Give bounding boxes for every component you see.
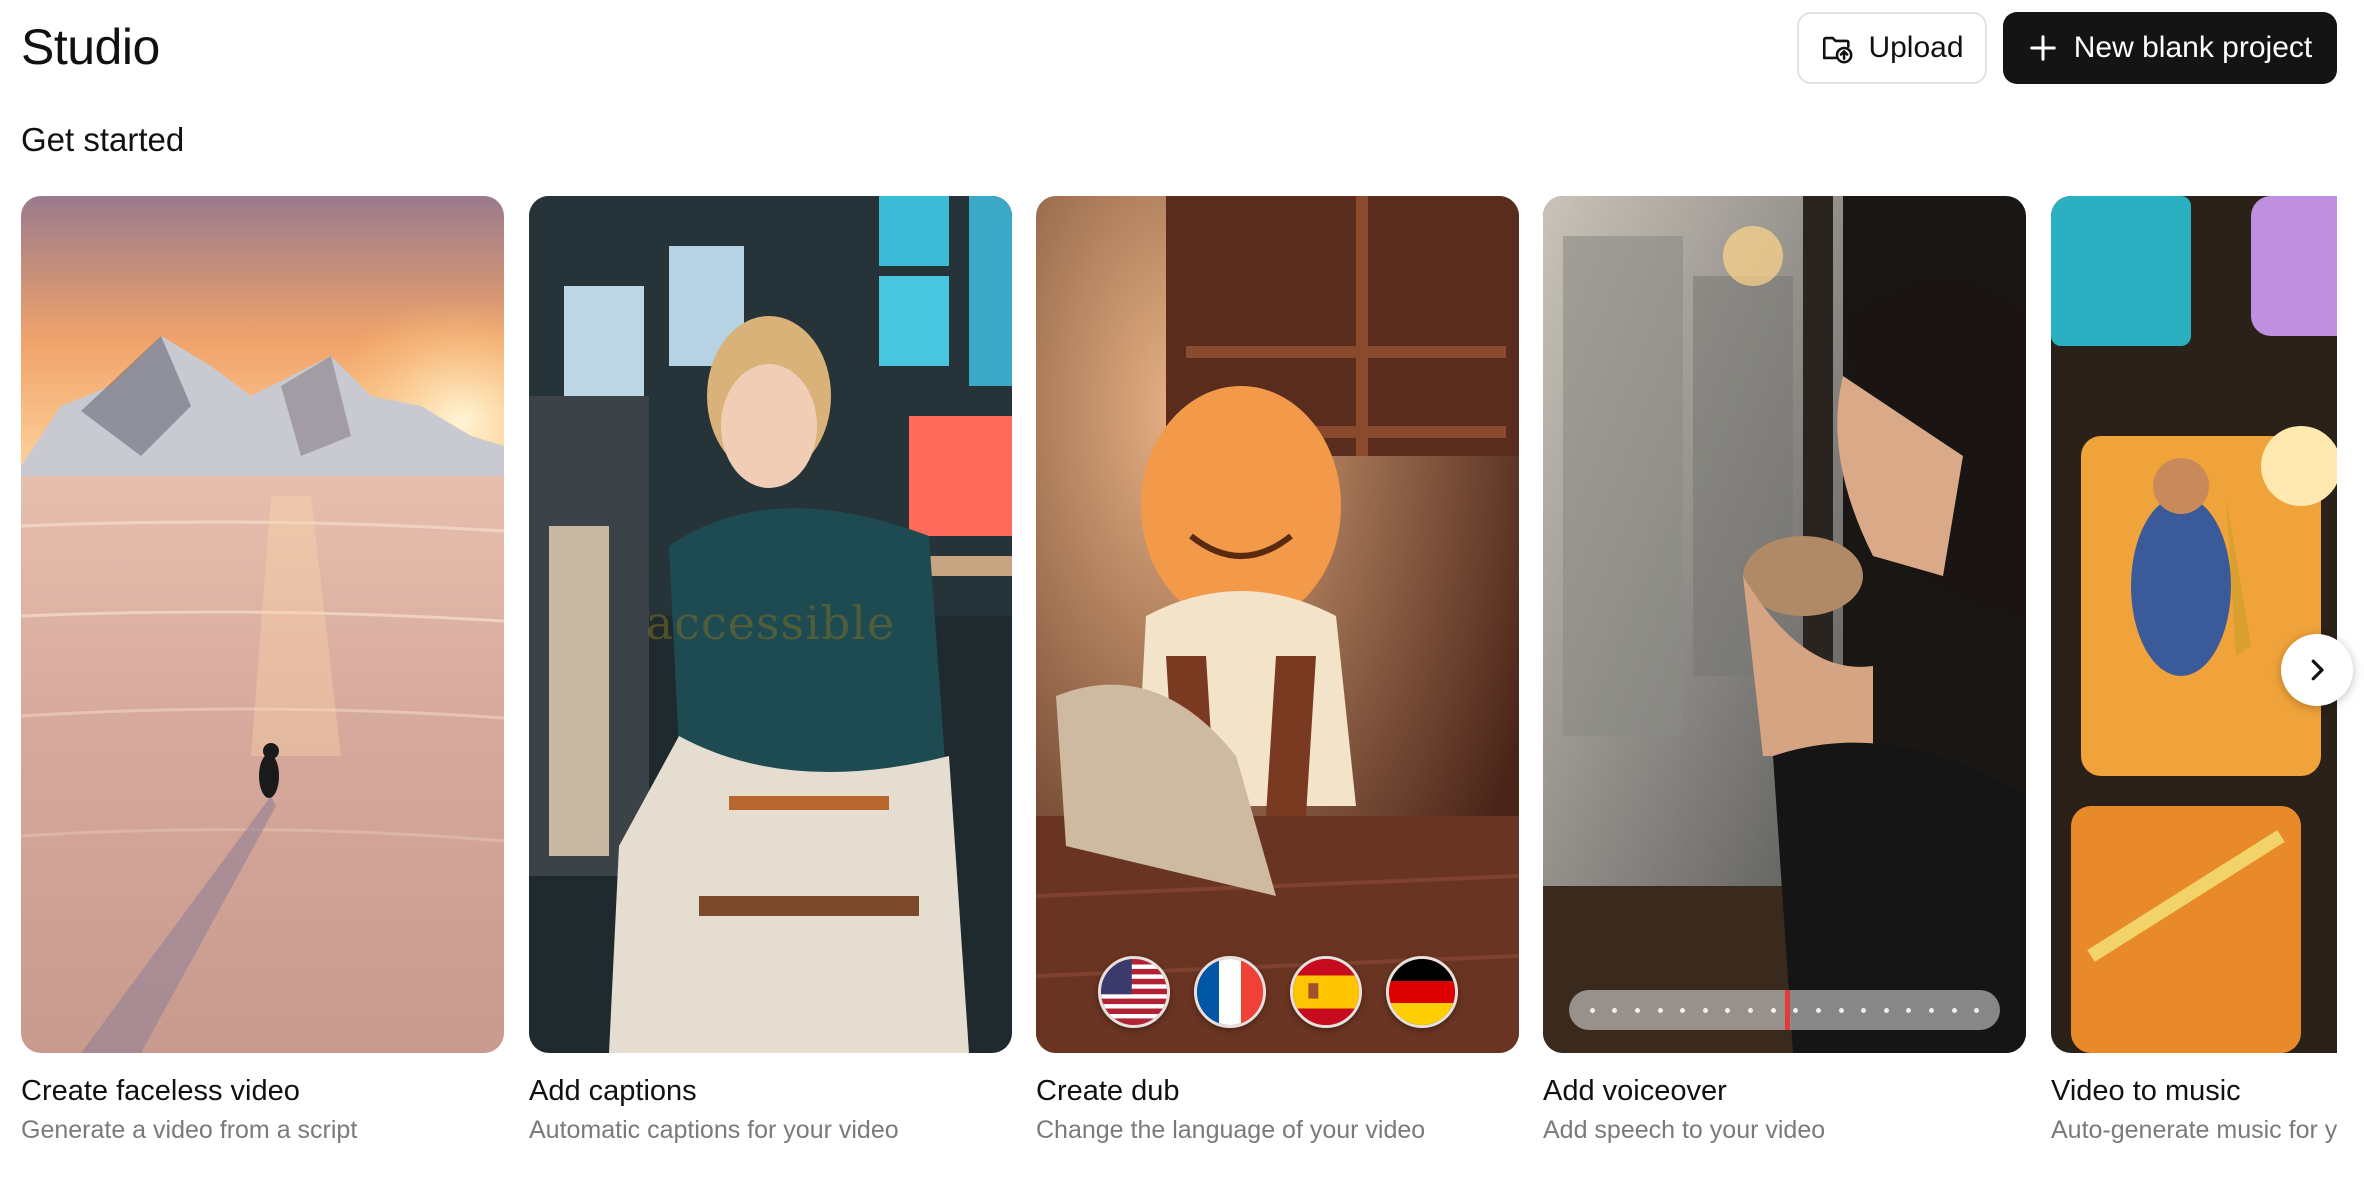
card-subtitle: Auto-generate music for your video [2051, 1116, 2337, 1144]
thumbnail-woman-seated: accessible [529, 196, 1012, 1053]
get-started-carousel: Create faceless video Generate a video f… [21, 196, 2337, 1156]
card-add-voiceover[interactable]: Add voiceover Add speech to your video [1543, 196, 2026, 1145]
thumbnail-animated-character [1036, 196, 1519, 1053]
card-title: Create dub [1036, 1075, 1180, 1107]
card-subtitle: Add speech to your video [1543, 1116, 1826, 1144]
card-title: Add voiceover [1543, 1075, 1727, 1107]
card-title: Video to music [2051, 1075, 2241, 1107]
carousel-next-button[interactable] [2281, 634, 2353, 706]
card-title: Create faceless video [21, 1075, 300, 1107]
audio-timeline[interactable] [1569, 990, 2000, 1030]
new-blank-project-button[interactable]: New blank project [2003, 12, 2337, 84]
upload-button[interactable]: Upload [1797, 12, 1987, 84]
folder-upload-icon [1820, 31, 1854, 65]
thumbnail-saxophone-tvs [2051, 196, 2337, 1053]
new-blank-project-label: New blank project [2073, 31, 2313, 64]
france-flag-icon [1193, 956, 1266, 1028]
us-flag-icon [1097, 956, 1170, 1028]
card-add-captions[interactable]: accessible Add captions Automatic captio… [529, 196, 1012, 1145]
plus-icon [2028, 33, 2058, 63]
spain-flag-icon [1289, 956, 1362, 1028]
caption-overlay-text: accessible [645, 596, 896, 650]
germany-flag-icon [1385, 956, 1458, 1028]
chevron-right-icon [2302, 655, 2332, 685]
page-title: Studio [21, 19, 160, 75]
card-subtitle: Generate a video from a script [21, 1116, 358, 1144]
thumbnail-penguin-sunset [21, 196, 504, 1053]
card-subtitle: Change the language of your video [1036, 1116, 1426, 1144]
timeline-playhead[interactable] [1784, 990, 1790, 1030]
language-flags [1036, 956, 1519, 1028]
card-subtitle: Automatic captions for your video [529, 1116, 899, 1144]
card-create-faceless-video[interactable]: Create faceless video Generate a video f… [21, 196, 504, 1145]
upload-label: Upload [1868, 31, 1964, 64]
card-create-dub[interactable]: Create dub Change the language of your v… [1036, 196, 1519, 1145]
section-title: Get started [21, 121, 185, 158]
card-title: Add captions [529, 1075, 697, 1107]
thumbnail-man-coffee-window [1543, 196, 2026, 1053]
